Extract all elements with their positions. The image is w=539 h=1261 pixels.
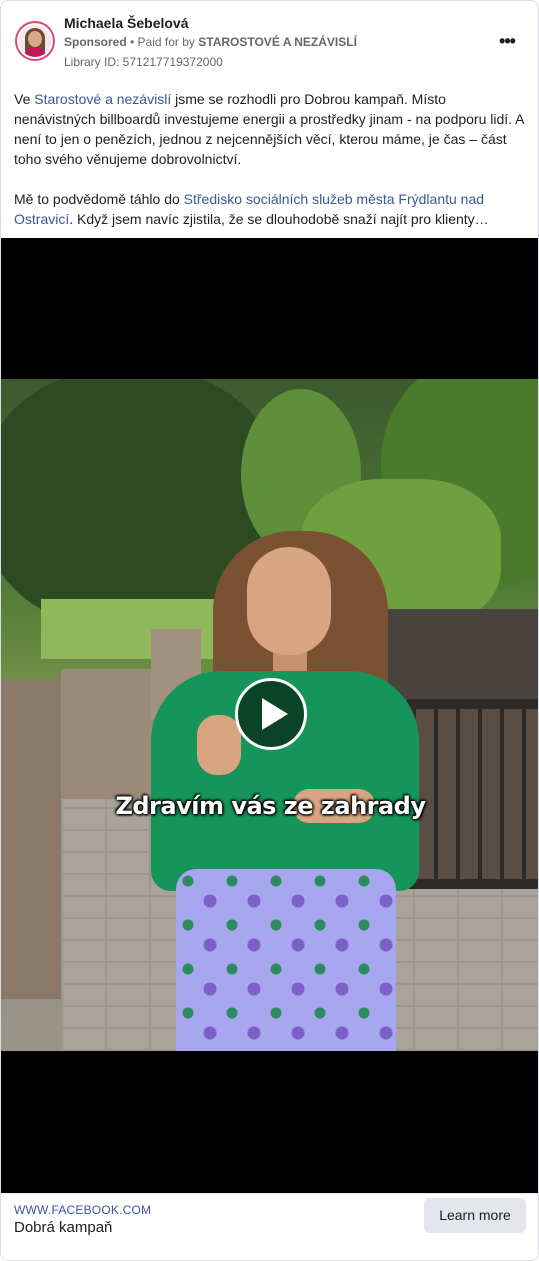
body-paragraph-2: Mě to podvědomě táhlo do Středisko sociá… <box>14 189 528 229</box>
p2-text-after: . Když jsem navíc zjistila, že se dlouho… <box>69 211 489 227</box>
paid-for-by: STAROSTOVÉ A NEZÁVISLÍ <box>198 35 357 49</box>
ad-card: Michaela Šebelová Sponsored • Paid for b… <box>0 0 539 1261</box>
play-icon[interactable] <box>235 678 307 750</box>
p1-text-before: Ve <box>14 91 35 107</box>
woman-face <box>247 547 331 655</box>
play-triangle-icon <box>262 698 288 730</box>
meta-separator: • <box>126 35 138 49</box>
learn-more-button[interactable]: Learn more <box>424 1198 526 1233</box>
avatar-face <box>28 31 42 47</box>
video-subtitle: Zdravím vás ze zahrady <box>115 792 426 820</box>
link-headline[interactable]: Dobrá kampaň <box>14 1219 112 1236</box>
sponsored-label: Sponsored <box>64 35 127 49</box>
library-id: Library ID: 571217719372000 <box>64 55 223 69</box>
avatar-image <box>17 23 53 59</box>
lawn <box>41 599 241 659</box>
post-body: Ve Starostové a nezávislí jsme se rozhod… <box>14 89 528 249</box>
post-header: Michaela Šebelová Sponsored • Paid for b… <box>1 1 538 79</box>
sponsor-line: Sponsored • Paid for by STAROSTOVÉ A NEZ… <box>64 35 357 49</box>
paid-for-prefix: Paid for by <box>137 35 199 49</box>
video-player[interactable]: Zdravím vás ze zahrady <box>1 238 538 1193</box>
p2-text-before: Mě to podvědomě táhlo do <box>14 191 184 207</box>
body-paragraph-1: Ve Starostové a nezávislí jsme se rozhod… <box>14 89 528 169</box>
author-name[interactable]: Michaela Šebelová <box>64 15 189 31</box>
woman-hand-left <box>197 715 241 775</box>
avatar[interactable] <box>15 21 55 61</box>
more-options-icon[interactable]: ••• <box>495 31 519 51</box>
link-domain[interactable]: WWW.FACEBOOK.COM <box>14 1203 151 1217</box>
page-link-stan[interactable]: Starostové a nezávislí <box>34 91 171 107</box>
link-footer[interactable]: WWW.FACEBOOK.COM Dobrá kampaň Learn more <box>1 1193 538 1260</box>
woman-patterned-skirt <box>176 869 396 1051</box>
